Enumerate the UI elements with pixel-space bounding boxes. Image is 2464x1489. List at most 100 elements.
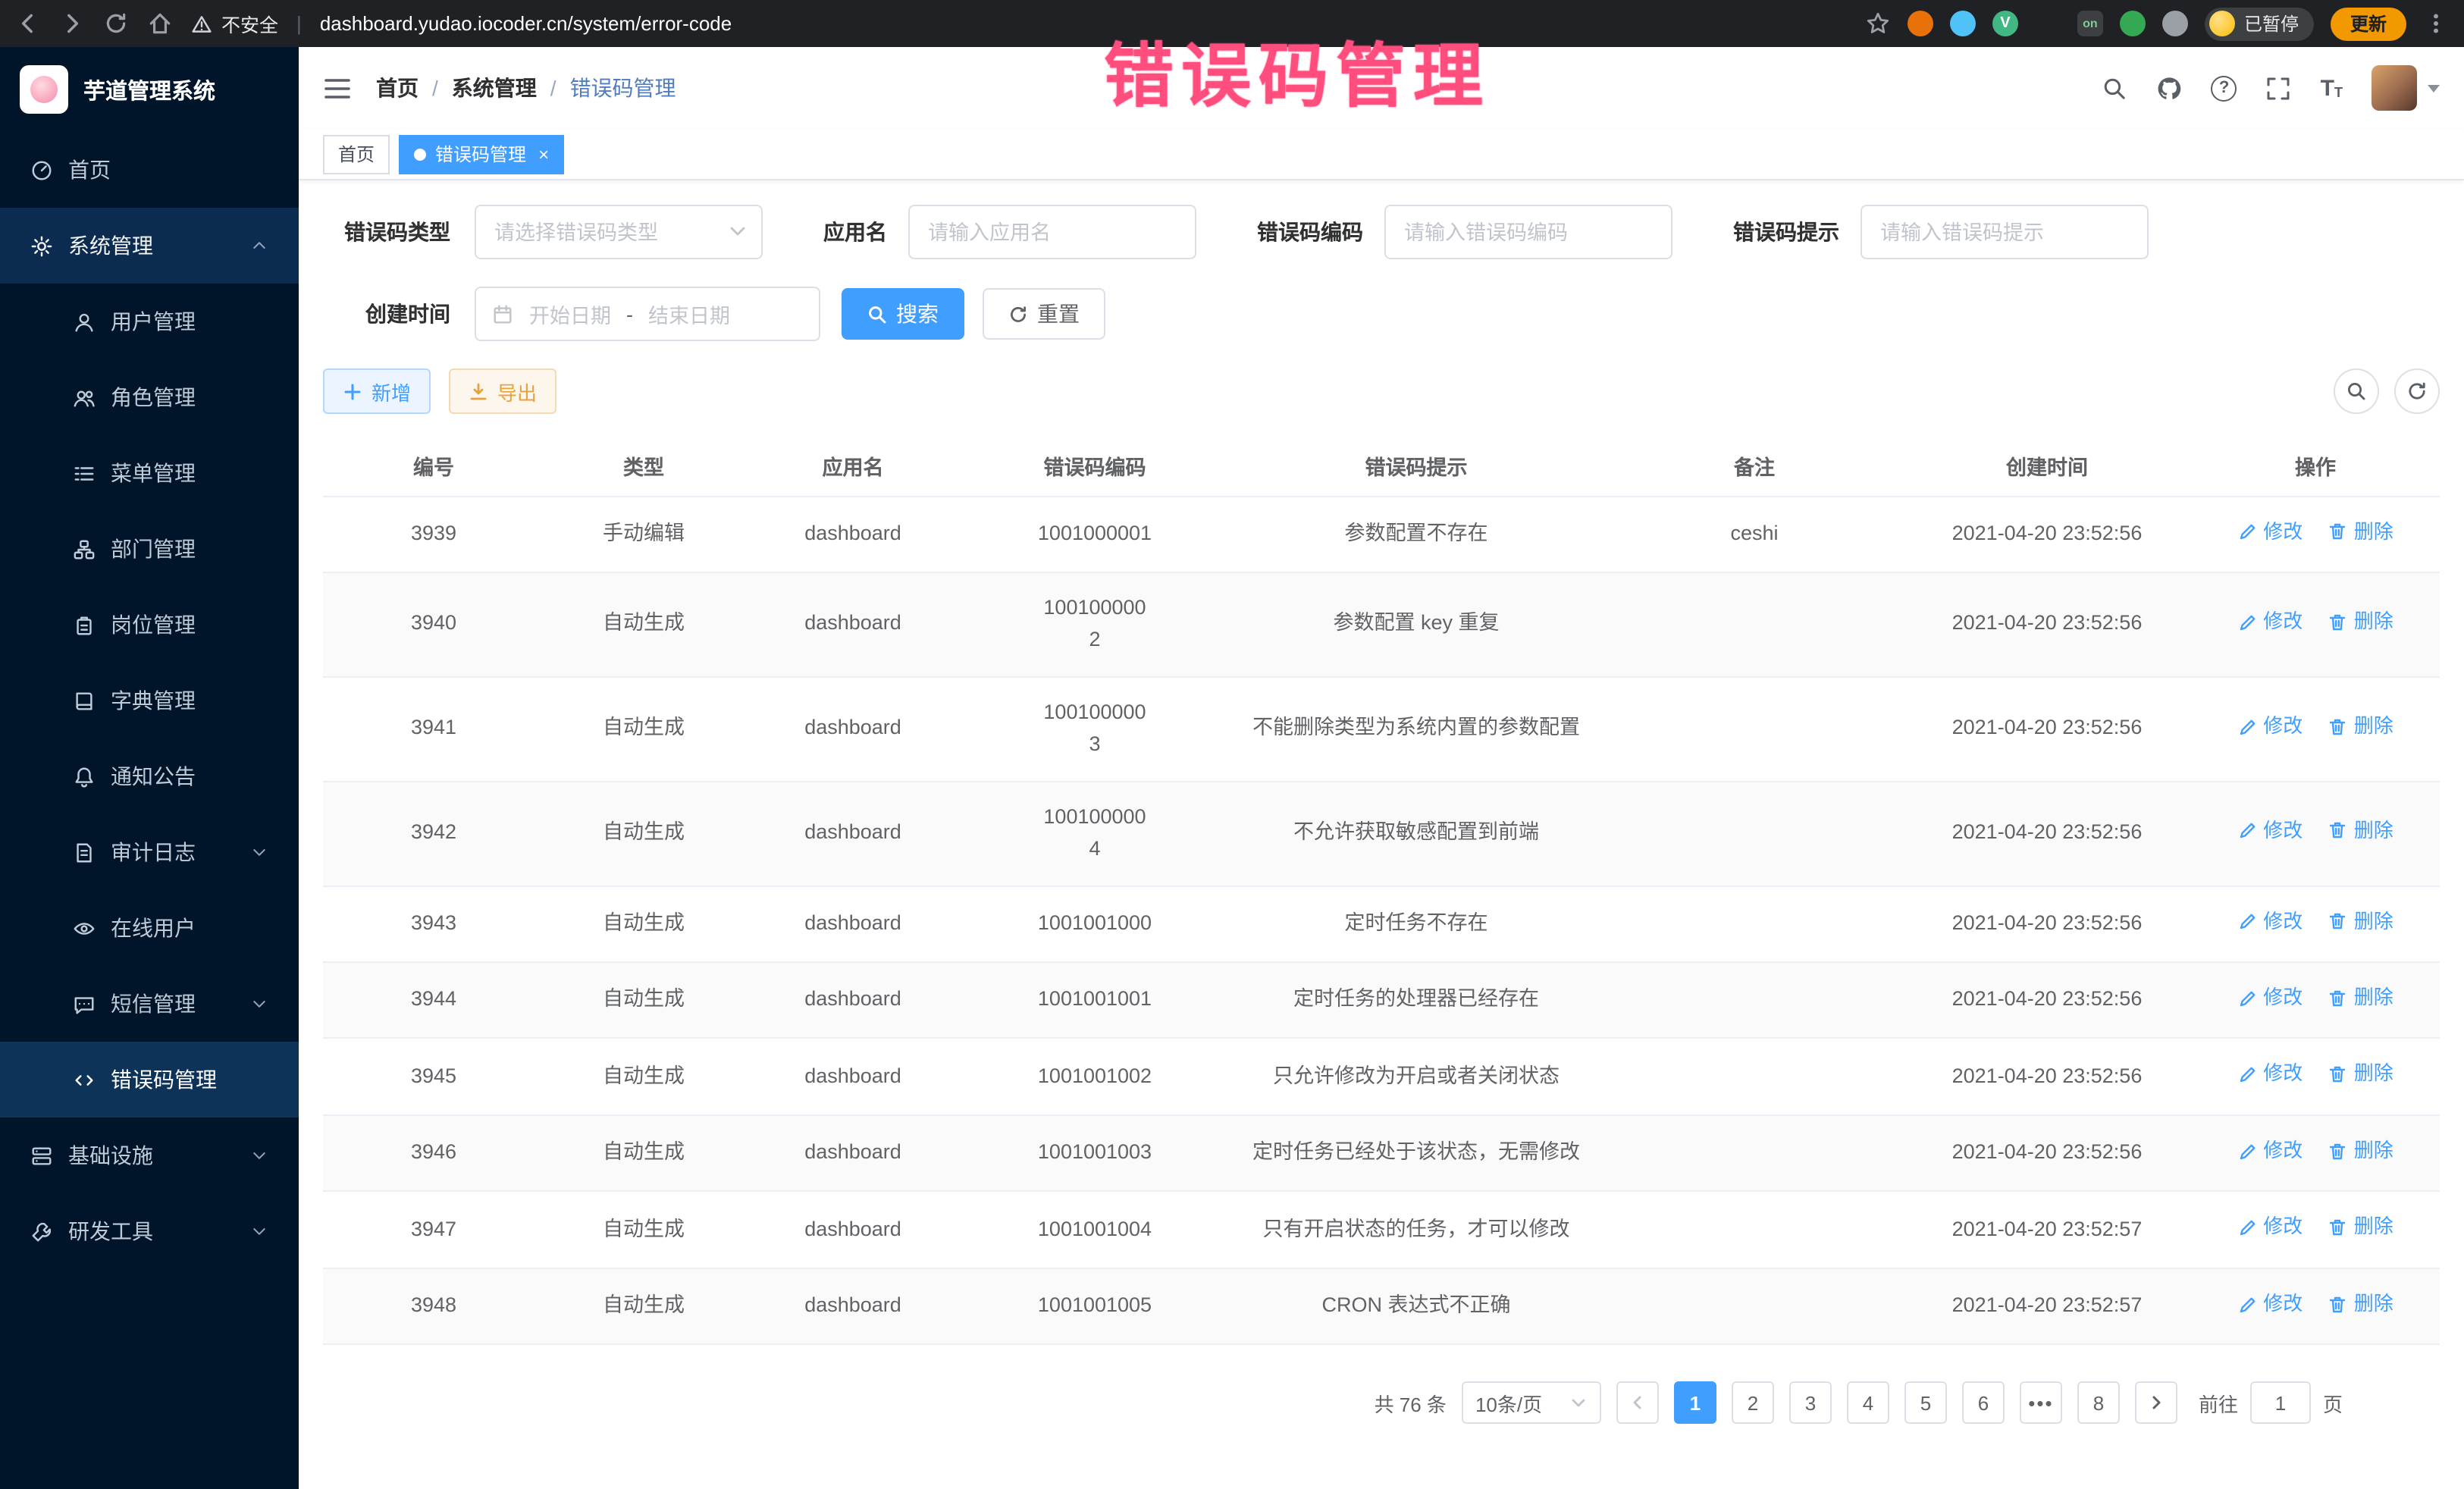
- column-header: 错误码提示: [1227, 435, 1606, 496]
- kebab-menu-icon[interactable]: [2423, 11, 2449, 36]
- page-button-6[interactable]: 6: [1962, 1382, 2005, 1425]
- toggle-search-icon[interactable]: [2334, 368, 2379, 414]
- sidebar-item-dict-mgmt[interactable]: 字典管理: [0, 663, 299, 738]
- sidebar-item-error-code-mgmt[interactable]: 错误码管理: [0, 1042, 299, 1118]
- delete-link[interactable]: 删除: [2328, 607, 2393, 637]
- close-icon[interactable]: ×: [538, 143, 549, 165]
- error-code-input[interactable]: [1384, 205, 1672, 259]
- sidebar-item-dept-mgmt[interactable]: 部门管理: [0, 511, 299, 587]
- sidebar-item-infrastructure[interactable]: 基础设施: [0, 1118, 299, 1193]
- chevron-icon: [250, 464, 268, 482]
- forward-icon[interactable]: [59, 11, 85, 36]
- page-button-4[interactable]: 4: [1847, 1382, 1889, 1425]
- page-button-3[interactable]: 3: [1789, 1382, 1832, 1425]
- prev-page-button[interactable]: [1616, 1382, 1659, 1425]
- switch-on-icon[interactable]: on: [2077, 11, 2103, 36]
- edit-link[interactable]: 修改: [2237, 983, 2303, 1013]
- chevron-icon: [250, 1071, 268, 1089]
- user-avatar[interactable]: [2372, 65, 2440, 111]
- chevron-icon: [250, 388, 268, 406]
- tab-首页[interactable]: 首页 ×: [323, 134, 390, 174]
- error-type-select[interactable]: [475, 205, 763, 259]
- edit-link[interactable]: 修改: [2237, 711, 2303, 741]
- add-button[interactable]: 新增: [323, 368, 431, 414]
- tab-错误码管理[interactable]: 错误码管理 ×: [399, 134, 564, 174]
- sidebar-item-user-mgmt[interactable]: 用户管理: [0, 284, 299, 359]
- top-navbar: 首页/系统管理/错误码管理 ? TT: [299, 47, 2464, 129]
- home-icon[interactable]: [147, 11, 173, 36]
- next-page-button[interactable]: [2135, 1382, 2177, 1425]
- total-count: 共 76 条: [1375, 1389, 1447, 1418]
- page-size-select[interactable]: 10条/页: [1462, 1382, 1601, 1425]
- browser-update-button[interactable]: 更新: [2331, 7, 2406, 40]
- chevron-icon: [250, 312, 268, 331]
- extension-green-icon[interactable]: [2120, 11, 2146, 36]
- sidebar-item-system[interactable]: 系统管理: [0, 208, 299, 284]
- breadcrumb-item[interactable]: 错误码管理: [570, 73, 676, 103]
- fullscreen-icon[interactable]: [2266, 75, 2292, 101]
- github-icon[interactable]: [2157, 75, 2183, 101]
- sidebar-item-menu-mgmt[interactable]: 菜单管理: [0, 435, 299, 511]
- page-button-1[interactable]: 1: [1674, 1382, 1716, 1425]
- profile-paused-badge[interactable]: 已暂停: [2205, 7, 2314, 40]
- delete-link[interactable]: 删除: [2328, 983, 2393, 1013]
- reload-icon[interactable]: [103, 11, 129, 36]
- page-button-2[interactable]: 2: [1732, 1382, 1774, 1425]
- extension-orange-icon[interactable]: [1908, 11, 1933, 36]
- sidebar-item-notice[interactable]: 通知公告: [0, 738, 299, 814]
- search-icon[interactable]: [2102, 75, 2128, 101]
- vue-devtools-icon[interactable]: V: [1992, 11, 2018, 36]
- edit-link[interactable]: 修改: [2237, 1212, 2303, 1243]
- column-header: 错误码编码: [963, 435, 1227, 496]
- sidebar-item-dev-tools[interactable]: 研发工具: [0, 1193, 299, 1269]
- edit-link[interactable]: 修改: [2237, 516, 2303, 547]
- column-header: 编号: [323, 435, 544, 496]
- address-bar[interactable]: dashboard.yudao.iocoder.cn/system/error-…: [320, 12, 1847, 35]
- delete-link[interactable]: 删除: [2328, 816, 2393, 846]
- calendar-icon: [491, 303, 514, 325]
- delete-link[interactable]: 删除: [2328, 711, 2393, 741]
- help-icon[interactable]: ?: [2212, 75, 2237, 101]
- sidebar-item-audit-log[interactable]: 审计日志: [0, 814, 299, 890]
- extension-pin-icon[interactable]: [2162, 11, 2188, 36]
- edit-link[interactable]: 修改: [2237, 1289, 2303, 1319]
- refresh-icon[interactable]: [2394, 368, 2440, 414]
- date-range-picker[interactable]: 开始日期 - 结束日期: [475, 287, 820, 341]
- hamburger-icon[interactable]: [323, 74, 352, 102]
- app-name-input[interactable]: [908, 205, 1196, 259]
- breadcrumb-item[interactable]: 首页: [376, 73, 419, 103]
- page-button-8[interactable]: 8: [2077, 1382, 2120, 1425]
- export-button[interactable]: 导出: [449, 368, 556, 414]
- font-size-icon[interactable]: TT: [2321, 77, 2343, 99]
- app-logo[interactable]: 芋道管理系统: [0, 47, 299, 132]
- delete-link[interactable]: 删除: [2328, 1136, 2393, 1166]
- goto-input[interactable]: [2250, 1382, 2311, 1425]
- page-ellipsis[interactable]: •••: [2020, 1382, 2062, 1425]
- sidebar-item-home[interactable]: 首页: [0, 132, 299, 208]
- delete-link[interactable]: 删除: [2328, 1212, 2393, 1243]
- delete-link[interactable]: 删除: [2328, 516, 2393, 547]
- reset-button[interactable]: 重置: [983, 288, 1105, 340]
- error-hint-input[interactable]: [1861, 205, 2149, 259]
- sidebar-item-sms-mgmt[interactable]: 短信管理: [0, 966, 299, 1042]
- bookmark-star-icon[interactable]: [1865, 11, 1891, 36]
- delete-link[interactable]: 删除: [2328, 1059, 2393, 1089]
- security-chip[interactable]: 不安全: [191, 9, 278, 38]
- page-button-5[interactable]: 5: [1904, 1382, 1947, 1425]
- column-header: 备注: [1606, 435, 1903, 496]
- search-button[interactable]: 搜索: [842, 288, 964, 340]
- delete-link[interactable]: 删除: [2328, 1289, 2393, 1319]
- edit-link[interactable]: 修改: [2237, 607, 2303, 637]
- delete-link[interactable]: 删除: [2328, 906, 2393, 936]
- edit-link[interactable]: 修改: [2237, 1136, 2303, 1166]
- edit-link[interactable]: 修改: [2237, 906, 2303, 936]
- apps-grid-icon[interactable]: [2035, 11, 2061, 36]
- sidebar-item-online-user[interactable]: 在线用户: [0, 890, 299, 966]
- breadcrumb-item[interactable]: 系统管理: [452, 73, 537, 103]
- edit-link[interactable]: 修改: [2237, 1059, 2303, 1089]
- edit-link[interactable]: 修改: [2237, 816, 2303, 846]
- sidebar-item-post-mgmt[interactable]: 岗位管理: [0, 587, 299, 663]
- extension-blue-icon[interactable]: [1950, 11, 1976, 36]
- sidebar-item-role-mgmt[interactable]: 角色管理: [0, 359, 299, 435]
- back-icon[interactable]: [15, 11, 41, 36]
